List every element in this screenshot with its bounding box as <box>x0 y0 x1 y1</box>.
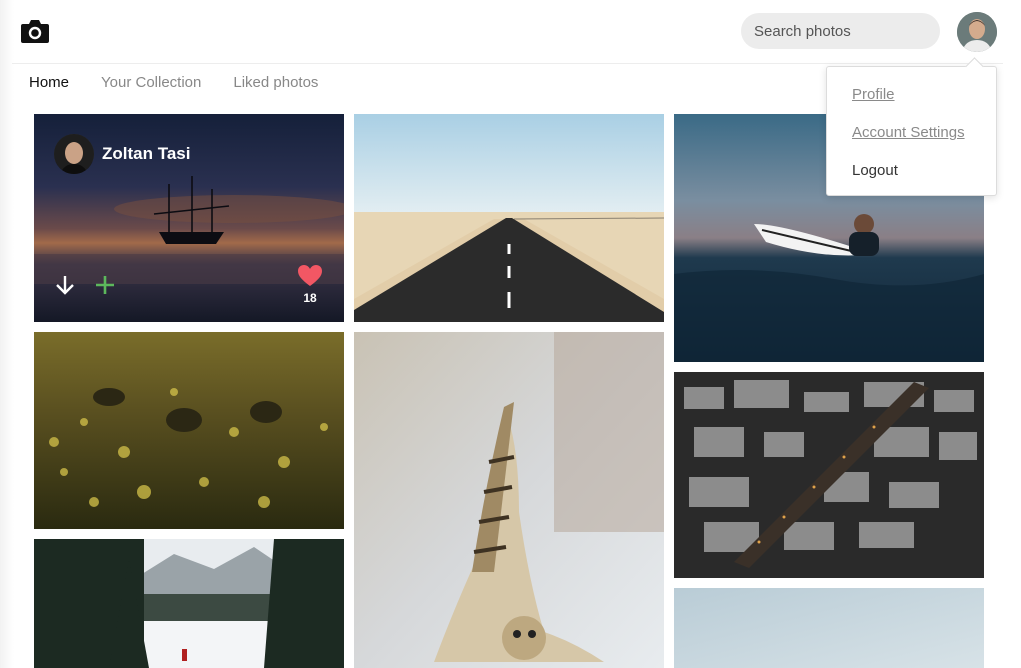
download-icon[interactable] <box>54 274 76 296</box>
camera-icon[interactable] <box>20 17 50 45</box>
header-divider <box>12 63 1003 64</box>
page-edge-shadow <box>0 0 14 668</box>
like-count: 18 <box>303 291 317 305</box>
tab-liked-photos[interactable]: Liked photos <box>233 74 318 91</box>
add-to-collection-icon[interactable] <box>94 274 116 296</box>
photo-card-road[interactable] <box>354 114 664 322</box>
photo-card-snowy-forest[interactable] <box>34 539 344 668</box>
heart-icon[interactable] <box>297 264 323 288</box>
photo-author[interactable]: Zoltan Tasi <box>54 134 190 174</box>
photo-card-sky[interactable] <box>674 588 984 668</box>
sky-image <box>674 588 984 668</box>
photo-card-deer[interactable] <box>34 332 344 529</box>
main-nav: Home Your Collection Liked photos <box>29 74 318 91</box>
menu-item-profile[interactable]: Profile <box>852 86 895 103</box>
desert-road-image <box>354 114 664 322</box>
menu-item-account-settings[interactable]: Account Settings <box>852 124 965 141</box>
tab-home[interactable]: Home <box>29 74 69 91</box>
photo-card-city[interactable] <box>674 372 984 578</box>
tab-your-collection[interactable]: Your Collection <box>101 74 201 91</box>
photo-card-ship[interactable]: Zoltan Tasi 18 <box>34 114 344 322</box>
menu-item-logout[interactable]: Logout <box>852 162 898 179</box>
author-name[interactable]: Zoltan Tasi <box>102 144 190 164</box>
photo-card-owl[interactable] <box>354 332 664 668</box>
dropdown-caret <box>965 57 984 76</box>
user-avatar[interactable] <box>957 12 997 52</box>
aerial-city-image <box>674 372 984 578</box>
snowy-forest-image <box>34 539 344 668</box>
author-avatar[interactable] <box>54 134 94 174</box>
deer-field-image <box>34 332 344 529</box>
search-input[interactable] <box>741 13 940 49</box>
owl-image <box>354 332 664 668</box>
user-menu-dropdown: Profile Account Settings Logout <box>826 57 997 196</box>
